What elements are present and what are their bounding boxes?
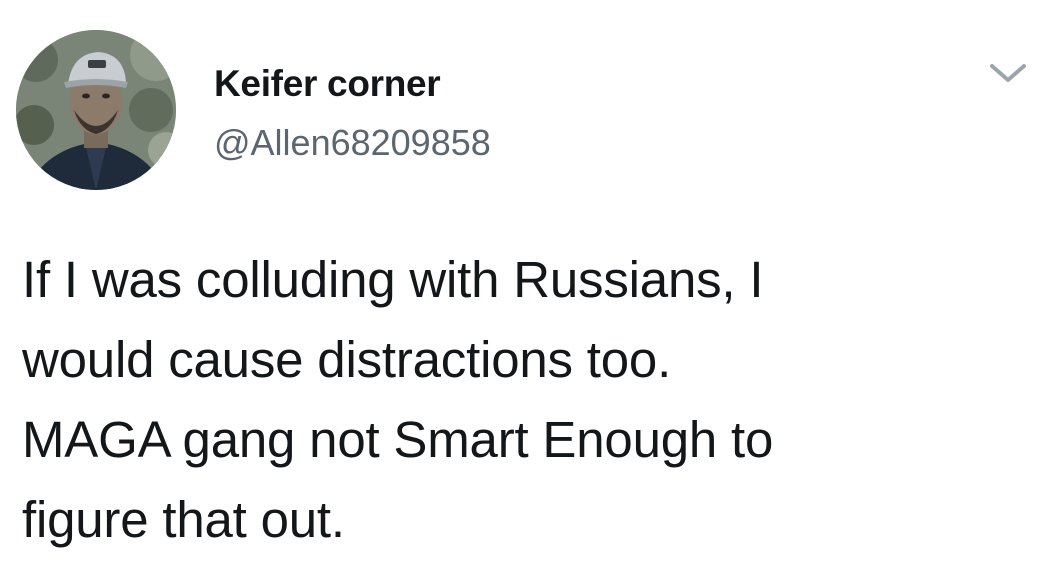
tweet-text-line: If I was colluding with Russians, I — [22, 251, 764, 308]
chevron-down-icon[interactable] — [986, 58, 1030, 88]
avatar[interactable] — [16, 30, 176, 190]
tweet-card: Keifer corner @Allen68209858 If I was co… — [0, 0, 1045, 580]
tweet-text-line: would cause distractions too. — [22, 331, 672, 388]
author-display-name[interactable]: Keifer corner — [214, 63, 441, 105]
author-handle[interactable]: @Allen68209858 — [214, 122, 491, 164]
tweet-text-line: MAGA gang not Smart Enough to — [22, 411, 774, 468]
tweet-text: If I was colluding with Russians, I woul… — [22, 240, 1032, 560]
profile-photo-icon — [16, 30, 176, 190]
tweet-text-line: figure that out. — [22, 491, 345, 548]
